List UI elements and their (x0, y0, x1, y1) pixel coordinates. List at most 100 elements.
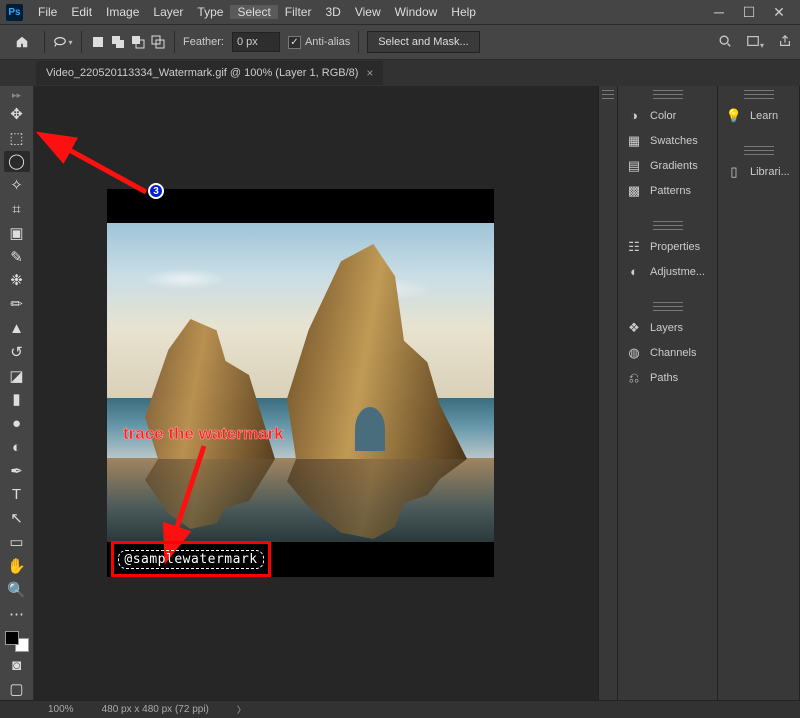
panel-group-handle[interactable] (653, 90, 683, 99)
properties-icon: ☷ (626, 239, 642, 255)
adjustments-panel[interactable]: ◐Adjustme... (618, 259, 717, 284)
zoom-level[interactable]: 100% (48, 704, 74, 715)
menu-type[interactable]: Type (190, 5, 230, 19)
zoom-tool[interactable]: 🔍 (4, 579, 30, 601)
menu-filter[interactable]: Filter (278, 5, 319, 19)
blur-tool[interactable]: ● (4, 412, 30, 434)
eraser-tool[interactable]: ◪ (4, 365, 30, 387)
checkmark-icon: ✓ (288, 36, 301, 49)
subtract-from-selection-icon[interactable] (130, 34, 146, 50)
properties-panel[interactable]: ☷Properties (618, 234, 717, 259)
maximize-button[interactable]: ☐ (734, 4, 764, 21)
panel-column-b: 💡Learn ▯Librari... (718, 86, 800, 700)
channels-panel[interactable]: ◍Channels (618, 340, 717, 365)
magic-wand-tool[interactable]: ✧ (4, 174, 30, 196)
share-icon[interactable] (778, 34, 792, 51)
pen-tool[interactable]: ✒ (4, 460, 30, 482)
canvas[interactable]: 3 trace the watermark @samplewatermark (34, 86, 598, 700)
foreground-color-swatch[interactable] (5, 631, 19, 645)
healing-brush-tool[interactable]: ❉ (4, 270, 30, 292)
move-tool[interactable]: ✥ (4, 103, 30, 125)
channels-icon: ◍ (626, 345, 642, 361)
panel-group-handle[interactable] (744, 90, 774, 99)
menu-window[interactable]: Window (388, 5, 445, 19)
layers-icon: ❖ (626, 320, 642, 336)
status-chevron-icon[interactable]: 〉 (237, 703, 246, 716)
patterns-icon: ▩ (626, 183, 642, 199)
clone-stamp-tool[interactable]: ▲ (4, 317, 30, 339)
crop-tool[interactable]: ⌗ (4, 198, 30, 220)
color-panel[interactable]: ◑Color (618, 103, 717, 128)
menu-select[interactable]: Select (230, 5, 277, 19)
learn-panel[interactable]: 💡Learn (718, 103, 799, 128)
hand-tool[interactable]: ✋ (4, 555, 30, 577)
add-to-selection-icon[interactable] (110, 34, 126, 50)
path-selection-tool[interactable]: ↖ (4, 508, 30, 530)
antialias-label: Anti-alias (305, 36, 350, 48)
learn-icon: 💡 (726, 108, 742, 124)
status-bar: 100% 480 px x 480 px (72 ppi) 〉 (0, 700, 800, 718)
swatches-icon: ▦ (626, 133, 642, 149)
search-icon[interactable] (718, 34, 732, 51)
canvas-image (107, 189, 494, 577)
select-and-mask-button[interactable]: Select and Mask... (367, 31, 480, 53)
home-button[interactable] (8, 30, 36, 54)
options-bar: ▾ Feather: ✓ Anti-alias Select and Mask.… (0, 24, 800, 60)
history-brush-tool[interactable]: ↺ (4, 341, 30, 363)
more-tools[interactable]: ⋯ (4, 603, 30, 625)
gradient-tool[interactable]: ▮ (4, 389, 30, 411)
home-icon (15, 35, 29, 49)
menu-view[interactable]: View (348, 5, 388, 19)
foreground-background-color[interactable] (5, 631, 29, 653)
close-button[interactable]: ✕ (764, 4, 794, 21)
menu-help[interactable]: Help (444, 5, 483, 19)
type-tool[interactable]: T (4, 484, 30, 506)
close-tab-icon[interactable]: × (366, 66, 373, 80)
patterns-panel[interactable]: ▩Patterns (618, 178, 717, 203)
minimize-button[interactable]: ─ (704, 4, 734, 20)
brush-tool[interactable]: ✏ (4, 293, 30, 315)
intersect-selection-icon[interactable] (150, 34, 166, 50)
screen-mode-tool[interactable]: ▢ (4, 678, 30, 700)
menu-3d[interactable]: 3D (318, 5, 347, 19)
lasso-tool[interactable]: ◯ (4, 151, 30, 173)
layers-panel[interactable]: ❖Layers (618, 315, 717, 340)
panel-group-handle[interactable] (653, 302, 683, 311)
gradients-icon: ▤ (626, 158, 642, 174)
marquee-tool[interactable]: ⬚ (4, 127, 30, 149)
app-logo-icon: Ps (6, 4, 23, 21)
eyedropper-tool[interactable]: ✎ (4, 246, 30, 268)
quick-mask-tool[interactable]: ◙ (4, 654, 30, 676)
paths-panel[interactable]: ⎌Paths (618, 365, 717, 390)
watermark-text: @samplewatermark (118, 550, 263, 569)
swatches-panel[interactable]: ▦Swatches (618, 128, 717, 153)
feather-input[interactable] (232, 32, 280, 52)
panel-column-a: ◑Color ▦Swatches ▤Gradients ▩Patterns ☷P… (618, 86, 718, 700)
panel-group-handle[interactable] (744, 146, 774, 155)
libraries-icon: ▯ (726, 164, 742, 180)
document-title: Video_220520113334_Watermark.gif @ 100% … (46, 67, 358, 79)
annotation-instruction-text: trace the watermark (123, 424, 284, 444)
dodge-tool[interactable]: ◐ (4, 436, 30, 458)
menu-edit[interactable]: Edit (64, 5, 99, 19)
tools-panel: ▸▸ ✥ ⬚ ◯ ✧ ⌗ ▣ ✎ ❉ ✏ ▲ ↺ ◪ ▮ ● ◐ ✒ T ↖ ▭… (0, 86, 34, 700)
paths-icon: ⎌ (626, 370, 642, 386)
menu-image[interactable]: Image (99, 5, 146, 19)
document-dimensions: 480 px x 480 px (72 ppi) (102, 704, 209, 715)
lasso-tool-indicator-icon[interactable]: ▾ (53, 32, 73, 52)
rectangle-tool[interactable]: ▭ (4, 531, 30, 553)
color-icon: ◑ (626, 108, 642, 124)
panel-dock-strip[interactable] (598, 86, 618, 700)
libraries-panel[interactable]: ▯Librari... (718, 159, 799, 184)
menu-file[interactable]: File (31, 5, 64, 19)
selection-mode-group (90, 34, 166, 50)
watermark-selection-highlight: @samplewatermark (111, 541, 271, 577)
workspace-switcher-icon[interactable]: ▾ (746, 34, 764, 51)
frame-tool[interactable]: ▣ (4, 222, 30, 244)
document-tab[interactable]: Video_220520113334_Watermark.gif @ 100% … (36, 61, 383, 85)
panel-group-handle[interactable] (653, 221, 683, 230)
gradients-panel[interactable]: ▤Gradients (618, 153, 717, 178)
antialias-checkbox[interactable]: ✓ Anti-alias (288, 36, 350, 49)
new-selection-icon[interactable] (90, 34, 106, 50)
menu-layer[interactable]: Layer (146, 5, 190, 19)
